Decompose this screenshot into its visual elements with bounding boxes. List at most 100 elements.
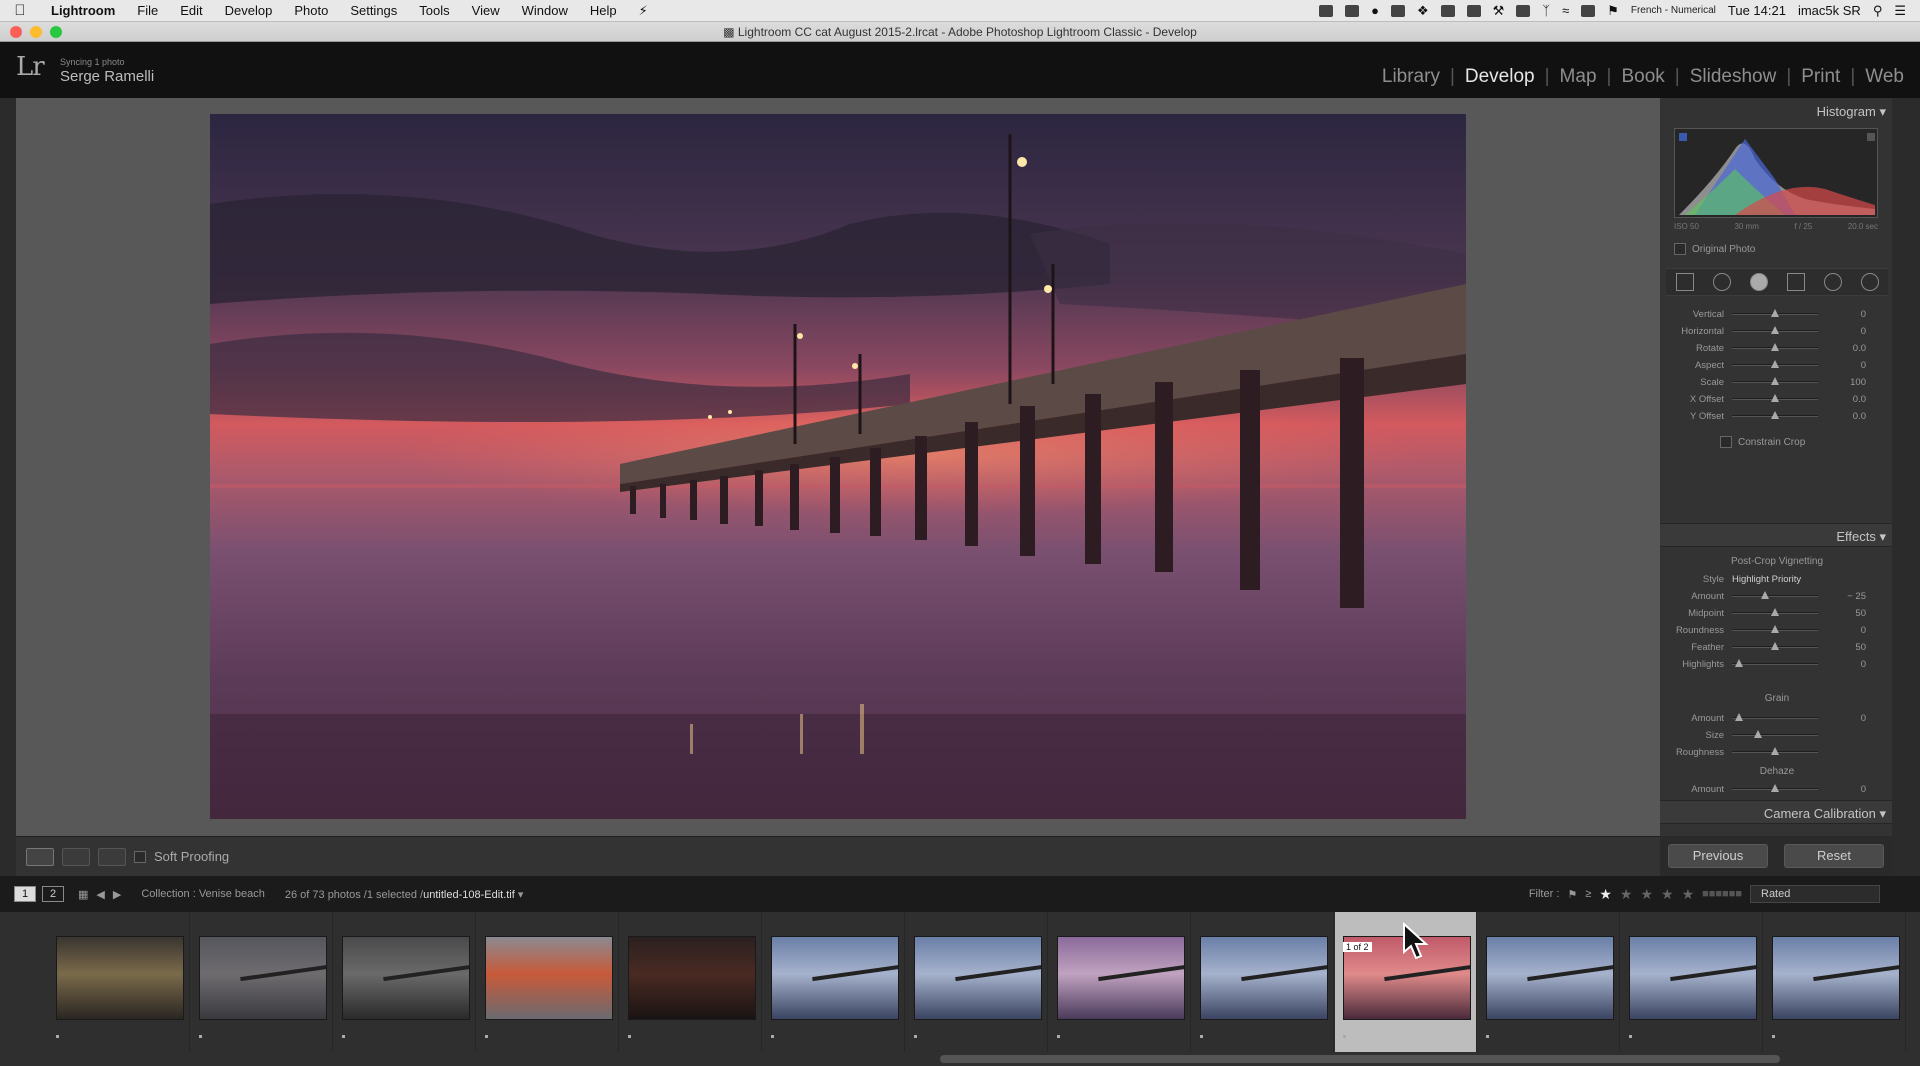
grain-slider-track[interactable]: [1732, 730, 1818, 738]
transform-slider-thumb[interactable]: [1771, 394, 1779, 402]
grain-slider-row[interactable]: Size: [1666, 727, 1888, 743]
filmstrip-cell[interactable]: [1192, 912, 1334, 1052]
right-edge-strip[interactable]: [1892, 98, 1920, 876]
camera-icon[interactable]: [1319, 4, 1334, 17]
filmstrip-cell[interactable]: [1478, 912, 1620, 1052]
star-5-icon[interactable]: ★: [1682, 886, 1695, 903]
loupe-view-icon[interactable]: [26, 847, 54, 866]
transform-slider-track[interactable]: [1732, 326, 1818, 334]
filmstrip[interactable]: 1 of 2: [0, 912, 1920, 1066]
rating-filter-select[interactable]: Rated: [1750, 885, 1880, 903]
filmstrip-cell[interactable]: [763, 912, 905, 1052]
red-eye-icon[interactable]: [1749, 273, 1768, 291]
transform-slider-value[interactable]: 0: [1818, 326, 1872, 337]
dehaze-slider-value[interactable]: 0: [1818, 784, 1872, 795]
star-filter-icon[interactable]: ≥: [1585, 888, 1591, 900]
filmstrip-cell[interactable]: [906, 912, 1048, 1052]
transform-slider-thumb[interactable]: [1771, 343, 1779, 351]
filmstrip-cell[interactable]: [48, 912, 190, 1052]
soft-proofing-checkbox[interactable]: [134, 850, 146, 863]
original-photo-row[interactable]: Original Photo: [1674, 243, 1755, 255]
vignette-slider-thumb[interactable]: [1760, 591, 1769, 599]
camera-calibration-header[interactable]: Camera Calibration ▾: [1660, 800, 1892, 824]
transform-slider-value[interactable]: 0.0: [1818, 411, 1872, 422]
filmstrip-cell[interactable]: [477, 912, 619, 1052]
window-2-button[interactable]: 2: [42, 886, 64, 902]
before-after-split-icon[interactable]: [98, 847, 126, 866]
zoom-window-button[interactable]: [50, 26, 62, 38]
menu-help[interactable]: Help: [579, 3, 628, 18]
apple-menu-icon[interactable]: : [0, 2, 40, 19]
filmstrip-cell[interactable]: [1764, 912, 1906, 1052]
vignette-slider-value[interactable]: 0: [1818, 659, 1872, 670]
effects-panel-header[interactable]: Effects ▾: [1660, 523, 1892, 547]
stack-badge[interactable]: 1 of 2: [1343, 942, 1372, 952]
spotlight-icon[interactable]: ⚲: [1873, 3, 1883, 19]
vignette-slider-track[interactable]: [1732, 608, 1818, 616]
menu-edit[interactable]: Edit: [169, 3, 213, 18]
grain-slider-row[interactable]: Roughness: [1666, 744, 1888, 760]
style-value[interactable]: Highlight Priority: [1732, 574, 1801, 585]
transform-slider-row[interactable]: Scale 100: [1666, 374, 1888, 390]
menu-develop[interactable]: Develop: [214, 3, 284, 18]
histogram[interactable]: [1674, 128, 1878, 218]
transform-slider-thumb[interactable]: [1771, 360, 1779, 368]
flag-icon[interactable]: ⚑: [1607, 3, 1619, 19]
constrain-crop-checkbox[interactable]: [1720, 436, 1732, 448]
creative-cloud-icon[interactable]: [1345, 4, 1360, 17]
eye-icon[interactable]: [1390, 4, 1405, 17]
airplay-icon[interactable]: [1581, 4, 1596, 17]
radial-filter-icon[interactable]: [1823, 273, 1842, 291]
clock[interactable]: Tue 14:21: [1728, 3, 1786, 18]
crop-tool-icon[interactable]: [1675, 273, 1694, 291]
dehaze-slider-track[interactable]: [1732, 784, 1818, 792]
adjustment-brush-icon[interactable]: [1860, 273, 1879, 291]
vignette-slider-row[interactable]: Midpoint 50: [1666, 605, 1888, 621]
vignette-slider-row[interactable]: Highlights 0: [1666, 656, 1888, 672]
sync-status[interactable]: Syncing 1 photo: [60, 57, 125, 67]
bolt-icon[interactable]: ⚡: [628, 3, 659, 19]
cloud-icon[interactable]: [1440, 4, 1455, 17]
vignette-slider-value[interactable]: 0: [1818, 625, 1872, 636]
drop-icon[interactable]: ●: [1371, 3, 1379, 18]
module-library[interactable]: Library: [1372, 66, 1450, 88]
transform-slider-row[interactable]: Horizontal 0: [1666, 323, 1888, 339]
transform-slider-track[interactable]: [1732, 377, 1818, 385]
app-menu[interactable]: Lightroom: [40, 3, 126, 18]
grid-view-icon[interactable]: ▦: [78, 888, 88, 901]
back-arrow-icon[interactable]: ◀: [96, 888, 104, 901]
main-photo[interactable]: [210, 114, 1466, 819]
before-after-icon[interactable]: [62, 847, 90, 866]
grain-slider-value[interactable]: 0: [1818, 713, 1872, 724]
filmstrip-scrollbar[interactable]: [940, 1055, 1780, 1063]
menu-settings[interactable]: Settings: [339, 3, 408, 18]
star-4-icon[interactable]: ★: [1661, 886, 1674, 903]
close-window-button[interactable]: [10, 26, 22, 38]
transform-slider-thumb[interactable]: [1771, 377, 1779, 385]
vignette-slider-track[interactable]: [1732, 642, 1818, 650]
wifi-icon[interactable]: ≈: [1562, 3, 1569, 18]
collection-name[interactable]: Collection : Venise beach: [141, 888, 265, 900]
vignette-slider-track[interactable]: [1732, 591, 1818, 599]
forward-arrow-icon[interactable]: ▶: [113, 888, 121, 901]
bluetooth-icon[interactable]: ᛉ: [1542, 3, 1550, 18]
menu-view[interactable]: View: [461, 3, 511, 18]
evernote-icon[interactable]: [1466, 4, 1481, 17]
vignette-slider-track[interactable]: [1732, 659, 1818, 667]
filmstrip-cell[interactable]: [620, 912, 762, 1052]
vignette-slider-thumb[interactable]: [1734, 659, 1743, 667]
display-icon[interactable]: [1516, 4, 1531, 17]
constrain-crop-row[interactable]: Constrain Crop: [1720, 436, 1805, 448]
module-print[interactable]: Print: [1791, 66, 1850, 88]
grain-slider-thumb[interactable]: [1734, 713, 1743, 721]
transform-slider-value[interactable]: 100: [1818, 377, 1872, 388]
flag-filter-icon[interactable]: ⚑: [1567, 888, 1577, 901]
transform-slider-value[interactable]: 0: [1818, 309, 1872, 320]
window-1-button[interactable]: 1: [14, 886, 36, 902]
dehaze-slider-thumb[interactable]: [1771, 784, 1779, 792]
transform-slider-thumb[interactable]: [1771, 326, 1779, 334]
filmstrip-thumbnail[interactable]: [1629, 936, 1757, 1020]
input-source[interactable]: French - Numerical: [1631, 5, 1716, 16]
transform-slider-row[interactable]: Aspect 0: [1666, 357, 1888, 373]
filmstrip-thumbnail[interactable]: [1486, 936, 1614, 1020]
